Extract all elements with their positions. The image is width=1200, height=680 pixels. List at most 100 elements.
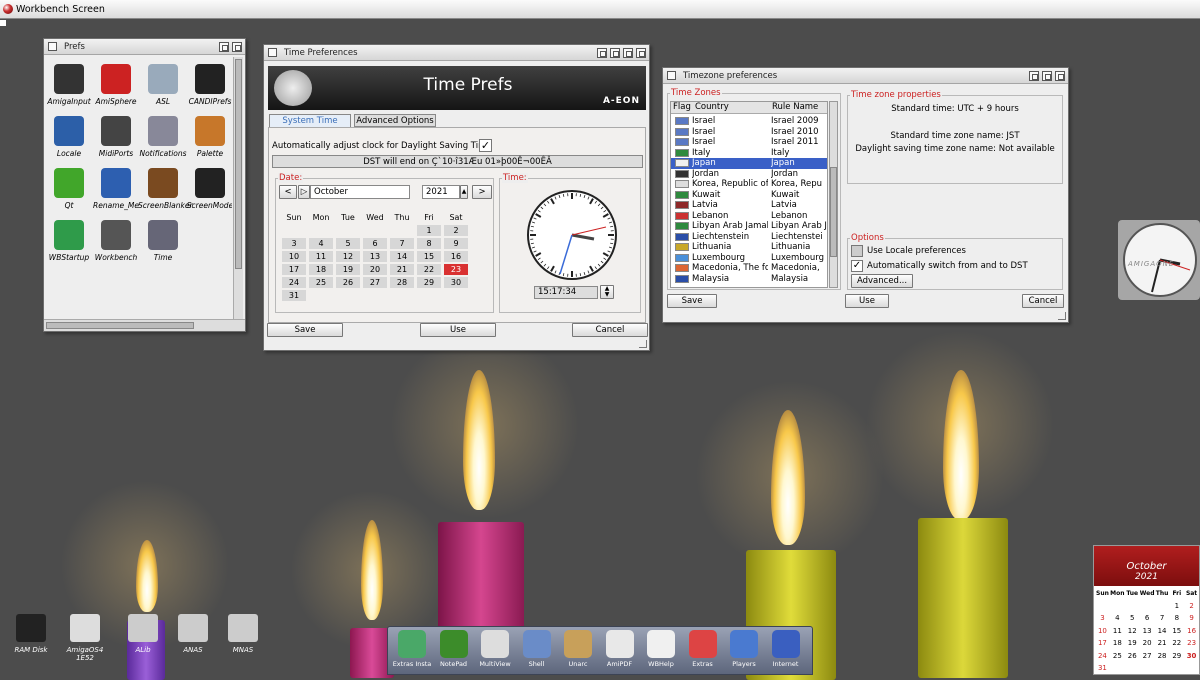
calendar-day[interactable]: 15 — [417, 251, 441, 262]
desktop-icon-anas[interactable]: ANAS — [168, 614, 218, 654]
prev-month-button[interactable]: < — [279, 185, 297, 199]
calendar-day[interactable]: 6 — [363, 238, 387, 249]
prefs-icon-wbstartup[interactable]: WBStartup — [44, 220, 94, 262]
calendar-day[interactable]: 4 — [309, 238, 333, 249]
dock-item-multiview[interactable]: MultiView — [475, 630, 515, 668]
calendar-day[interactable]: 27 — [1140, 650, 1155, 663]
calendar-day[interactable]: 12 — [336, 251, 360, 262]
calendar-day[interactable]: 18 — [309, 264, 333, 275]
prefs-icon-rename_me[interactable]: Rename_Me — [91, 168, 141, 210]
calendar-day[interactable]: 18 — [1110, 637, 1125, 650]
column-rule[interactable]: Rule Name — [772, 102, 818, 113]
dock-item-extras-insta[interactable]: Extras Insta — [392, 630, 432, 668]
calendar-day[interactable]: 14 — [390, 251, 414, 262]
calendar-day[interactable]: 17 — [1095, 637, 1110, 650]
dock-item-shell[interactable]: Shell — [517, 630, 557, 668]
column-country[interactable]: Country — [695, 102, 729, 113]
timezone-prefs-window[interactable]: Timezone preferences Time Zones Flag Cou… — [662, 67, 1069, 323]
prefs-icon-amisphere[interactable]: AmiSphere — [91, 64, 141, 106]
calendar-day[interactable]: 14 — [1155, 625, 1170, 638]
prefs-icon-asl[interactable]: ASL — [138, 64, 188, 106]
calendar-day[interactable]: 21 — [1155, 637, 1170, 650]
timezone-row[interactable]: LithuaniaLithuania — [671, 242, 828, 253]
calendar-day[interactable]: 4 — [1110, 612, 1125, 625]
dock-item-unarc[interactable]: Unarc — [558, 630, 598, 668]
calendar-day[interactable]: 26 — [1125, 650, 1140, 663]
calendar-day[interactable]: 2 — [444, 225, 468, 236]
iconify-gadget[interactable] — [597, 48, 607, 58]
calendar-day[interactable]: 24 — [1095, 650, 1110, 663]
dock-item-internet[interactable]: Internet — [766, 630, 806, 668]
timezone-row[interactable]: Macedonia, The formerMacedonia, — [671, 263, 828, 274]
desktop-icon-alib[interactable]: ALib — [118, 614, 168, 654]
calendar-day[interactable]: 10 — [282, 251, 306, 262]
amiga-logo-icon[interactable] — [3, 4, 13, 14]
use-button[interactable]: Use — [420, 323, 496, 337]
calendar-day[interactable]: 28 — [1155, 650, 1170, 663]
timezone-row[interactable]: LiechtensteinLiechtenstei — [671, 232, 828, 243]
dock-item-amipdf[interactable]: AmiPDF — [600, 630, 640, 668]
dock-item-extras[interactable]: Extras — [683, 630, 723, 668]
timezone-list[interactable]: Flag Country Rule Name IsraelIsrael 2009… — [670, 101, 828, 288]
time-stepper[interactable]: ▲▼ — [600, 285, 614, 299]
timezone-row[interactable]: LuxembourgLuxembourg — [671, 253, 828, 264]
calendar-day[interactable]: 16 — [444, 251, 468, 262]
depth-gadget[interactable] — [1055, 71, 1065, 81]
horizontal-scrollbar[interactable] — [44, 319, 245, 331]
prefs-icon-amigainput[interactable]: AmigaInput — [44, 64, 94, 106]
year-field[interactable]: 2021 — [422, 185, 460, 199]
calendar-day[interactable]: 19 — [336, 264, 360, 275]
list-scroll-knob[interactable] — [830, 167, 837, 257]
calendar-day[interactable]: 1 — [417, 225, 441, 236]
prefs-icon-notifications[interactable]: Notifications — [138, 116, 188, 158]
calendar-day[interactable]: 23 — [444, 264, 468, 275]
timezone-row[interactable]: IsraelIsrael 2011 — [671, 137, 828, 148]
prefs-icon-locale[interactable]: Locale — [44, 116, 94, 158]
zoom-gadget[interactable] — [219, 42, 229, 52]
column-flag[interactable]: Flag — [673, 102, 691, 113]
use-button[interactable]: Use — [845, 294, 889, 308]
calendar-day[interactable]: 13 — [1140, 625, 1155, 638]
calendar-day[interactable]: 16 — [1184, 625, 1199, 638]
close-gadget[interactable] — [667, 71, 676, 80]
calendar-day[interactable]: 5 — [336, 238, 360, 249]
calendar-day[interactable] — [1125, 600, 1140, 613]
time-prefs-title-bar[interactable]: Time Preferences — [264, 45, 649, 61]
calendar-day[interactable]: 28 — [390, 277, 414, 288]
timezone-title-bar[interactable]: Timezone preferences — [663, 68, 1068, 84]
calendar-day[interactable]: 31 — [1095, 662, 1110, 675]
calendar-day[interactable]: 8 — [1169, 612, 1184, 625]
timezone-row[interactable]: JordanJordan — [671, 169, 828, 180]
calendar-day[interactable]: 25 — [309, 277, 333, 288]
timezone-row[interactable]: LebanonLebanon — [671, 211, 828, 222]
prefs-icon-workbench[interactable]: Workbench — [91, 220, 141, 262]
time-prefs-window[interactable]: Time Preferences Time Prefs A-EON System… — [263, 44, 650, 351]
dock-item-players[interactable]: Players — [724, 630, 764, 668]
clock-widget[interactable]: AMIGAONE — [1118, 220, 1200, 300]
zoom-gadget[interactable] — [623, 48, 633, 58]
resize-gadget[interactable] — [1058, 312, 1066, 320]
prefs-icon-screenblanker[interactable]: ScreenBlanker — [138, 168, 188, 210]
dock-item-wbhelp[interactable]: WBHelp — [641, 630, 681, 668]
calendar-day[interactable]: 15 — [1169, 625, 1184, 638]
scroll-knob[interactable] — [235, 59, 242, 269]
prefs-icon-time[interactable]: Time — [138, 220, 188, 262]
calendar-day[interactable]: 11 — [1110, 625, 1125, 638]
desktop-icon-mnas[interactable]: MNAS — [218, 614, 268, 654]
calendar-day[interactable]: 13 — [363, 251, 387, 262]
calendar-day[interactable]: 6 — [1140, 612, 1155, 625]
prefs-icon-screenmode[interactable]: ScreenMode — [185, 168, 232, 210]
calendar-day[interactable]: 17 — [282, 264, 306, 275]
calendar-day[interactable]: 21 — [390, 264, 414, 275]
month-field[interactable]: October — [310, 185, 410, 199]
timezone-row[interactable]: Korea, Republic ofKorea, Repu — [671, 179, 828, 190]
calendar-day[interactable] — [1110, 600, 1125, 613]
close-gadget[interactable] — [268, 48, 277, 57]
calendar-day[interactable]: 30 — [1184, 650, 1199, 663]
calendar-day[interactable]: 31 — [282, 290, 306, 301]
prefs-window[interactable]: Prefs AmigaInputAmiSphereASLCANDIPrefsLo… — [43, 38, 246, 332]
calendar-day[interactable] — [1155, 600, 1170, 613]
cancel-button[interactable]: Cancel — [1022, 294, 1064, 308]
timezone-row[interactable]: KuwaitKuwait — [671, 190, 828, 201]
screen-depth-corner[interactable] — [0, 20, 6, 26]
